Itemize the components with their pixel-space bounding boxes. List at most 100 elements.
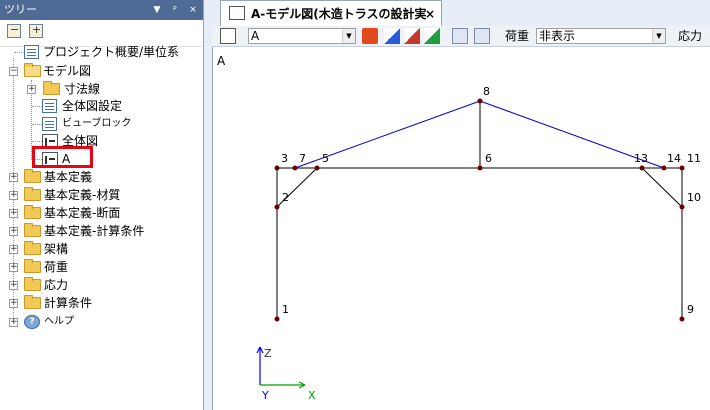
tree-item-label: 荷重	[44, 260, 69, 274]
node-14-label: 14	[667, 152, 681, 165]
tree-item-label: 基本定義-断面	[44, 206, 121, 220]
node-13-marker[interactable]	[639, 165, 645, 171]
expand-icon[interactable]: +	[9, 209, 18, 218]
close-tab-button[interactable]: ×	[425, 1, 435, 27]
tree-item-model-diagram[interactable]: − モデル図	[0, 62, 204, 80]
folder-icon	[24, 187, 41, 201]
chevron-down-icon[interactable]: ▼	[652, 29, 665, 43]
expand-all-button[interactable]: +	[29, 23, 43, 38]
tree-item-label: 基本定義-材質	[44, 188, 121, 202]
tree-item-view-block[interactable]: ビューブロック	[0, 115, 204, 133]
tree-item-basic-calc-conditions[interactable]: + 基本定義-計算条件	[0, 222, 204, 240]
folder-icon	[24, 205, 41, 219]
document-icon	[42, 117, 57, 131]
fit-view-icon[interactable]	[474, 28, 490, 44]
document-icon	[24, 45, 39, 59]
tree-item-project-overview[interactable]: プロジェクト概要/単位系	[0, 43, 204, 61]
tree-item-basic-definitions[interactable]: + 基本定義	[0, 168, 204, 186]
collapse-all-button[interactable]: −	[7, 23, 21, 38]
member-line[interactable]	[641, 167, 683, 208]
highlight-box	[32, 146, 93, 168]
tree-item-overall-settings[interactable]: 全体図設定	[0, 97, 204, 115]
collapse-icon[interactable]: −	[9, 67, 18, 76]
node-10-marker[interactable]	[679, 204, 685, 210]
node-1-marker[interactable]	[274, 316, 280, 322]
node-14-marker[interactable]	[661, 165, 667, 171]
expand-icon[interactable]: +	[9, 245, 18, 254]
model-canvas[interactable]: A 1 2 3 5 6 7 8 9 10 11 13 14 Z Y X	[212, 47, 710, 410]
expand-icon[interactable]: +	[9, 227, 18, 236]
tree-item-view-a[interactable]: A	[0, 150, 204, 168]
tree-item-overall-diagram[interactable]: 全体図	[0, 132, 204, 150]
folder-icon	[24, 259, 41, 273]
document-icon	[42, 99, 57, 113]
node-6-label: 6	[485, 152, 492, 165]
load-label: 荷重	[505, 29, 530, 43]
node-3-marker[interactable]	[274, 165, 280, 171]
node-8-label: 8	[483, 85, 490, 98]
view-toolbar: A ▼ 荷重 非表示 ▼ 応力	[212, 26, 710, 47]
tree-item-label: 計算条件	[44, 296, 93, 310]
close-panel-button[interactable]: ×	[186, 0, 200, 20]
expand-icon[interactable]: +	[27, 85, 36, 94]
color-settings-icon[interactable]	[362, 28, 378, 44]
node-9-label: 9	[687, 303, 694, 316]
help-icon: ?	[24, 315, 40, 329]
node-7-marker[interactable]	[292, 165, 298, 171]
load-select[interactable]: 非表示 ▼	[536, 28, 666, 44]
tree-panel: ツリー ▼ ᵖ × − + プロジェクト概要/単位系 − モデル図 + 寸法線 …	[0, 0, 204, 410]
folder-icon	[24, 295, 41, 309]
folder-icon	[24, 241, 41, 255]
node-11-marker[interactable]	[679, 165, 685, 171]
expand-icon[interactable]: +	[9, 299, 18, 308]
expand-icon[interactable]: +	[9, 318, 18, 327]
tree-item-label: プロジェクト概要/単位系	[43, 45, 180, 59]
tree-item-basic-sections[interactable]: + 基本定義-断面	[0, 204, 204, 222]
axis-y-label: Y	[261, 389, 269, 402]
panel-menu-dropdown[interactable]: ▼	[150, 0, 164, 20]
node-1-label: 1	[282, 303, 289, 316]
expand-icon[interactable]: +	[9, 191, 18, 200]
tree-item-label: 寸法線	[64, 82, 101, 96]
tree-item-label: 応力	[44, 278, 69, 292]
axis-z-label: Z	[264, 347, 272, 360]
expand-icon[interactable]: +	[9, 173, 18, 182]
load-select-value: 非表示	[539, 29, 576, 43]
folder-open-icon	[24, 63, 41, 77]
axis-xy-icon[interactable]	[384, 28, 400, 44]
axis-xz-icon[interactable]	[424, 28, 440, 44]
tree-item-help[interactable]: + ? ヘルプ	[0, 313, 204, 331]
tree-item-loads[interactable]: + 荷重	[0, 258, 204, 276]
chevron-down-icon[interactable]: ▼	[342, 29, 355, 43]
pin-icon[interactable]: ᵖ	[168, 0, 182, 20]
expand-icon[interactable]: +	[9, 263, 18, 272]
stress-label: 応力	[678, 29, 703, 43]
expand-icon[interactable]: +	[9, 281, 18, 290]
tree-item-label: ビューブロック	[62, 118, 132, 129]
tree-item-frame[interactable]: + 架構	[0, 240, 204, 258]
axis-yz-icon[interactable]	[404, 28, 420, 44]
rotate-view-icon[interactable]	[452, 28, 468, 44]
node-6-marker[interactable]	[477, 165, 483, 171]
node-5-marker[interactable]	[314, 165, 320, 171]
tree-item-stress[interactable]: + 応力	[0, 276, 204, 294]
tree-item-label: 基本定義-計算条件	[44, 224, 145, 238]
node-7-label: 7	[299, 152, 306, 165]
document-tab[interactable]: A-モデル図(木造トラスの設計実習) ×	[220, 0, 442, 47]
folder-icon	[24, 223, 41, 237]
tree-item-dimension-lines[interactable]: + 寸法線	[0, 80, 204, 98]
tree-item-label: モデル図	[43, 64, 92, 78]
tree-item-label: 基本定義	[44, 170, 93, 184]
node-8-marker[interactable]	[477, 98, 483, 104]
view-select[interactable]: A ▼	[248, 28, 356, 44]
tree-item-calc-conditions[interactable]: + 計算条件	[0, 294, 204, 312]
tree-item-basic-materials[interactable]: + 基本定義-材質	[0, 186, 204, 204]
node-2-label: 2	[282, 191, 289, 204]
frame-diagram: 1 2 3 5 6 7 8 9 10 11 13 14 Z Y X	[256, 85, 701, 402]
folder-icon	[24, 277, 41, 291]
node-2-marker[interactable]	[274, 204, 280, 210]
view-layout-icon[interactable]	[220, 28, 236, 44]
node-9-marker[interactable]	[679, 316, 685, 322]
folder-icon	[24, 169, 41, 183]
tree-panel-title: ツリー	[4, 3, 37, 16]
